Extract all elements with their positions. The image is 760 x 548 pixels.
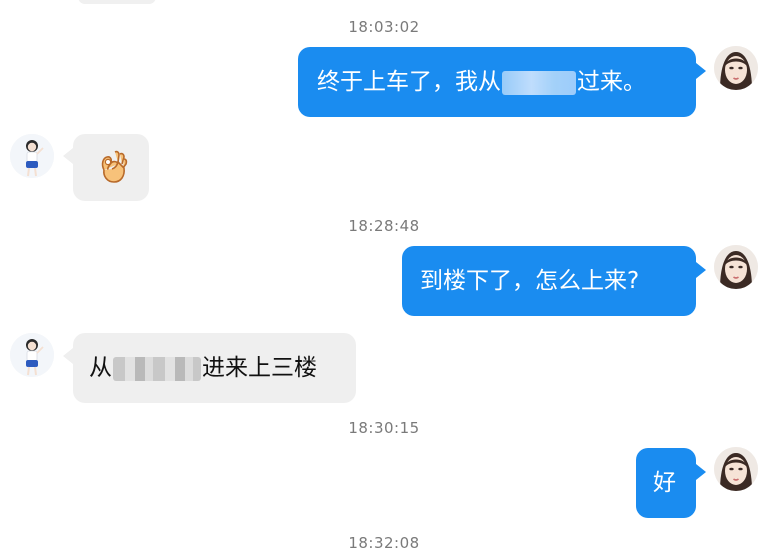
message-text: 从 [89,355,112,381]
girl-avatar-icon[interactable] [10,333,54,377]
sent-message-bubble[interactable]: 好 [636,448,696,518]
bubble-tail [696,63,706,79]
female-avatar-icon[interactable] [714,447,758,491]
redacted-text [502,70,576,95]
girl-avatar-icon[interactable] [10,134,54,178]
female-avatar-icon[interactable] [714,46,758,90]
redacted-text [113,356,201,381]
female-avatar-icon[interactable] [714,245,758,289]
chat-message-list[interactable]: 18:03:02 终于上车了，我从 过来。 18:28:48 到楼下了，怎么上来… [0,0,760,548]
message-timestamp: 18:03:02 [348,18,420,36]
previous-message-bubble [78,0,156,4]
sent-message-bubble[interactable]: 终于上车了，我从 过来。 [298,47,696,117]
message-text: 到楼下了，怎么上来? [420,268,640,294]
ok-hand-emoji-icon [101,150,128,183]
message-text: 过来。 [577,69,646,95]
message-text: 好 [653,470,676,496]
received-message-bubble[interactable]: 从 进来上三楼 [73,333,356,403]
message-text: 进来上三楼 [202,355,317,381]
bubble-tail [63,348,73,364]
message-timestamp: 18:28:48 [348,217,420,235]
bubble-tail [63,148,73,164]
sent-message-bubble[interactable]: 到楼下了，怎么上来? [402,246,696,316]
bubble-tail [696,262,706,278]
received-message-bubble[interactable] [73,134,149,201]
message-text: 终于上车了，我从 [317,69,501,95]
message-timestamp: 18:30:15 [348,419,420,437]
bubble-tail [696,464,706,480]
message-timestamp: 18:32:08 [348,534,420,548]
